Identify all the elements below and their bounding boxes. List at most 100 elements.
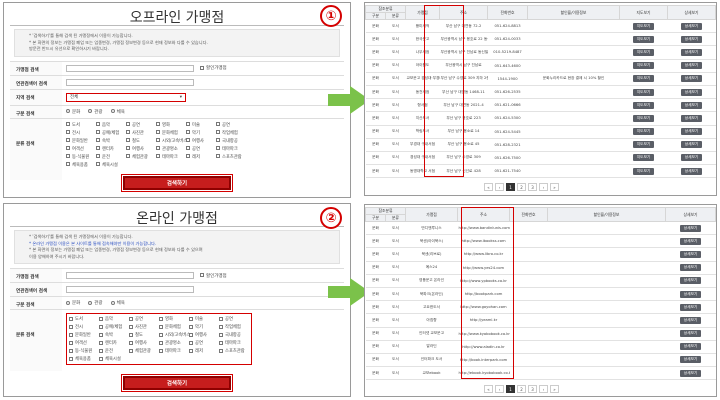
category-option[interactable]: 문화체험 <box>156 130 186 136</box>
radio-icon[interactable] <box>88 300 93 305</box>
category-option[interactable]: 레저 <box>189 348 219 354</box>
checkbox-icon[interactable] <box>156 138 160 142</box>
checkbox-icon[interactable] <box>186 154 190 158</box>
category-option[interactable]: 레저 <box>186 154 216 160</box>
checkbox-icon[interactable] <box>99 324 103 329</box>
category-option[interactable]: 운전 <box>99 348 129 354</box>
checkbox-icon[interactable] <box>99 316 103 321</box>
page-link[interactable]: 3 <box>528 385 537 393</box>
checkbox-icon[interactable] <box>219 316 223 321</box>
checkbox-icon[interactable] <box>129 332 133 337</box>
page-link[interactable]: ‹ <box>495 385 504 393</box>
checkbox-icon[interactable] <box>96 122 100 126</box>
category-option[interactable]: 스포츠관람 <box>216 154 246 160</box>
detail-button[interactable]: 상세보기 <box>680 167 703 175</box>
type-option[interactable]: 문화 <box>66 300 80 306</box>
category-option[interactable]: 전시 <box>66 130 96 136</box>
page-link[interactable]: 2 <box>517 385 526 393</box>
checkbox-icon[interactable] <box>189 324 193 329</box>
checkbox-icon[interactable] <box>186 130 190 134</box>
page-link[interactable]: « <box>484 183 493 191</box>
checkbox-icon[interactable] <box>159 340 163 345</box>
category-option[interactable]: 영화 <box>156 122 186 128</box>
category-option[interactable]: 숙박 <box>99 332 129 338</box>
detail-button[interactable]: 상세보기 <box>680 114 703 122</box>
detail-button[interactable]: 상세보기 <box>679 343 702 351</box>
checkbox-icon[interactable] <box>200 65 204 70</box>
category-option[interactable]: 악기 <box>186 130 216 136</box>
category-option[interactable]: 체육시설 <box>96 162 126 168</box>
checkbox-icon[interactable] <box>186 146 190 150</box>
checkbox-icon[interactable] <box>216 122 220 126</box>
checkbox-icon[interactable] <box>99 356 103 361</box>
category-option[interactable]: 공연 <box>186 146 216 152</box>
checkbox-icon[interactable] <box>99 340 103 345</box>
radio-icon[interactable] <box>66 109 70 113</box>
category-option[interactable]: 공연 <box>216 122 246 128</box>
type-option[interactable]: 문화 <box>66 109 80 115</box>
category-option[interactable]: 여행사 <box>126 146 156 152</box>
map-button[interactable]: 지도보기 <box>632 167 655 175</box>
map-button[interactable]: 지도보기 <box>632 101 655 109</box>
checkbox-icon[interactable] <box>159 332 163 337</box>
type-option[interactable]: 체육 <box>110 109 125 115</box>
checkbox-icon[interactable] <box>66 122 70 126</box>
map-button[interactable]: 지도보기 <box>632 48 655 56</box>
map-button[interactable]: 지도보기 <box>632 22 655 30</box>
region-select[interactable]: 전체 ▾ <box>66 92 186 102</box>
detail-button[interactable]: 상세보기 <box>679 250 702 258</box>
map-button[interactable]: 지도보기 <box>632 75 655 83</box>
checkbox-icon[interactable] <box>69 324 73 329</box>
category-option[interactable]: 테마파크 <box>219 340 249 346</box>
category-option[interactable]: 여객선 <box>69 340 99 346</box>
category-option[interactable]: 체험관광 <box>129 348 159 354</box>
checkbox-icon[interactable] <box>219 332 223 337</box>
category-option[interactable]: 관광명소 <box>156 146 186 152</box>
map-button[interactable]: 지도보기 <box>632 154 655 162</box>
category-option[interactable]: 영화 <box>159 316 189 322</box>
checkbox-icon[interactable] <box>159 316 163 321</box>
category-option[interactable]: 테마파크 <box>156 154 186 160</box>
category-option[interactable]: 공연 <box>129 316 159 322</box>
category-option[interactable]: 국내항공 <box>216 138 246 144</box>
category-option[interactable]: 체육용품 <box>69 356 99 362</box>
category-option[interactable]: 테마파크 <box>159 348 189 354</box>
checkbox-icon[interactable] <box>96 130 100 134</box>
checkbox-icon[interactable] <box>189 348 193 353</box>
checkbox-icon[interactable] <box>126 122 130 126</box>
category-option[interactable]: 국내항공 <box>219 332 249 338</box>
checkbox-icon[interactable] <box>126 146 130 150</box>
map-button[interactable]: 지도보기 <box>632 62 655 70</box>
category-option[interactable]: 관광명소 <box>159 340 189 346</box>
checkbox-icon[interactable] <box>129 324 133 329</box>
checkbox-icon[interactable] <box>99 348 103 353</box>
page-link[interactable]: › <box>539 385 548 393</box>
search-button[interactable]: 검색하기 <box>121 174 233 192</box>
detail-button[interactable]: 상세보기 <box>680 48 703 56</box>
checkbox-icon[interactable] <box>96 162 100 166</box>
category-option[interactable]: 철도 <box>126 138 156 144</box>
category-option[interactable]: 렌터카 <box>96 146 126 152</box>
detail-button[interactable]: 상세보기 <box>679 264 702 272</box>
page-link[interactable]: 1 <box>506 183 515 191</box>
page-link[interactable]: » <box>550 183 559 191</box>
checkbox-icon[interactable] <box>96 154 100 158</box>
checkbox-icon[interactable] <box>129 348 133 353</box>
checkbox-icon[interactable] <box>66 130 70 134</box>
name-search-input[interactable] <box>66 64 194 72</box>
category-option[interactable]: 악기 <box>189 324 219 330</box>
checkbox-icon[interactable] <box>189 332 193 337</box>
category-option[interactable]: 작업체험 <box>219 324 249 330</box>
category-option[interactable]: 사진관 <box>126 130 156 136</box>
checkbox-icon[interactable] <box>66 154 70 158</box>
checkbox-icon[interactable] <box>216 154 220 158</box>
category-option[interactable]: 전시 <box>69 324 99 330</box>
category-option[interactable]: 공예/체험 <box>99 324 129 330</box>
category-option[interactable]: 도서 <box>69 316 99 322</box>
category-option[interactable]: 숙박 <box>96 138 126 144</box>
checkbox-icon[interactable] <box>186 138 190 142</box>
page-link[interactable]: 2 <box>517 183 526 191</box>
detail-button[interactable]: 상세보기 <box>680 35 703 43</box>
discount-checkbox[interactable]: 할인가맹점 <box>200 273 227 279</box>
category-option[interactable]: 시외/고속버스 <box>156 138 187 144</box>
